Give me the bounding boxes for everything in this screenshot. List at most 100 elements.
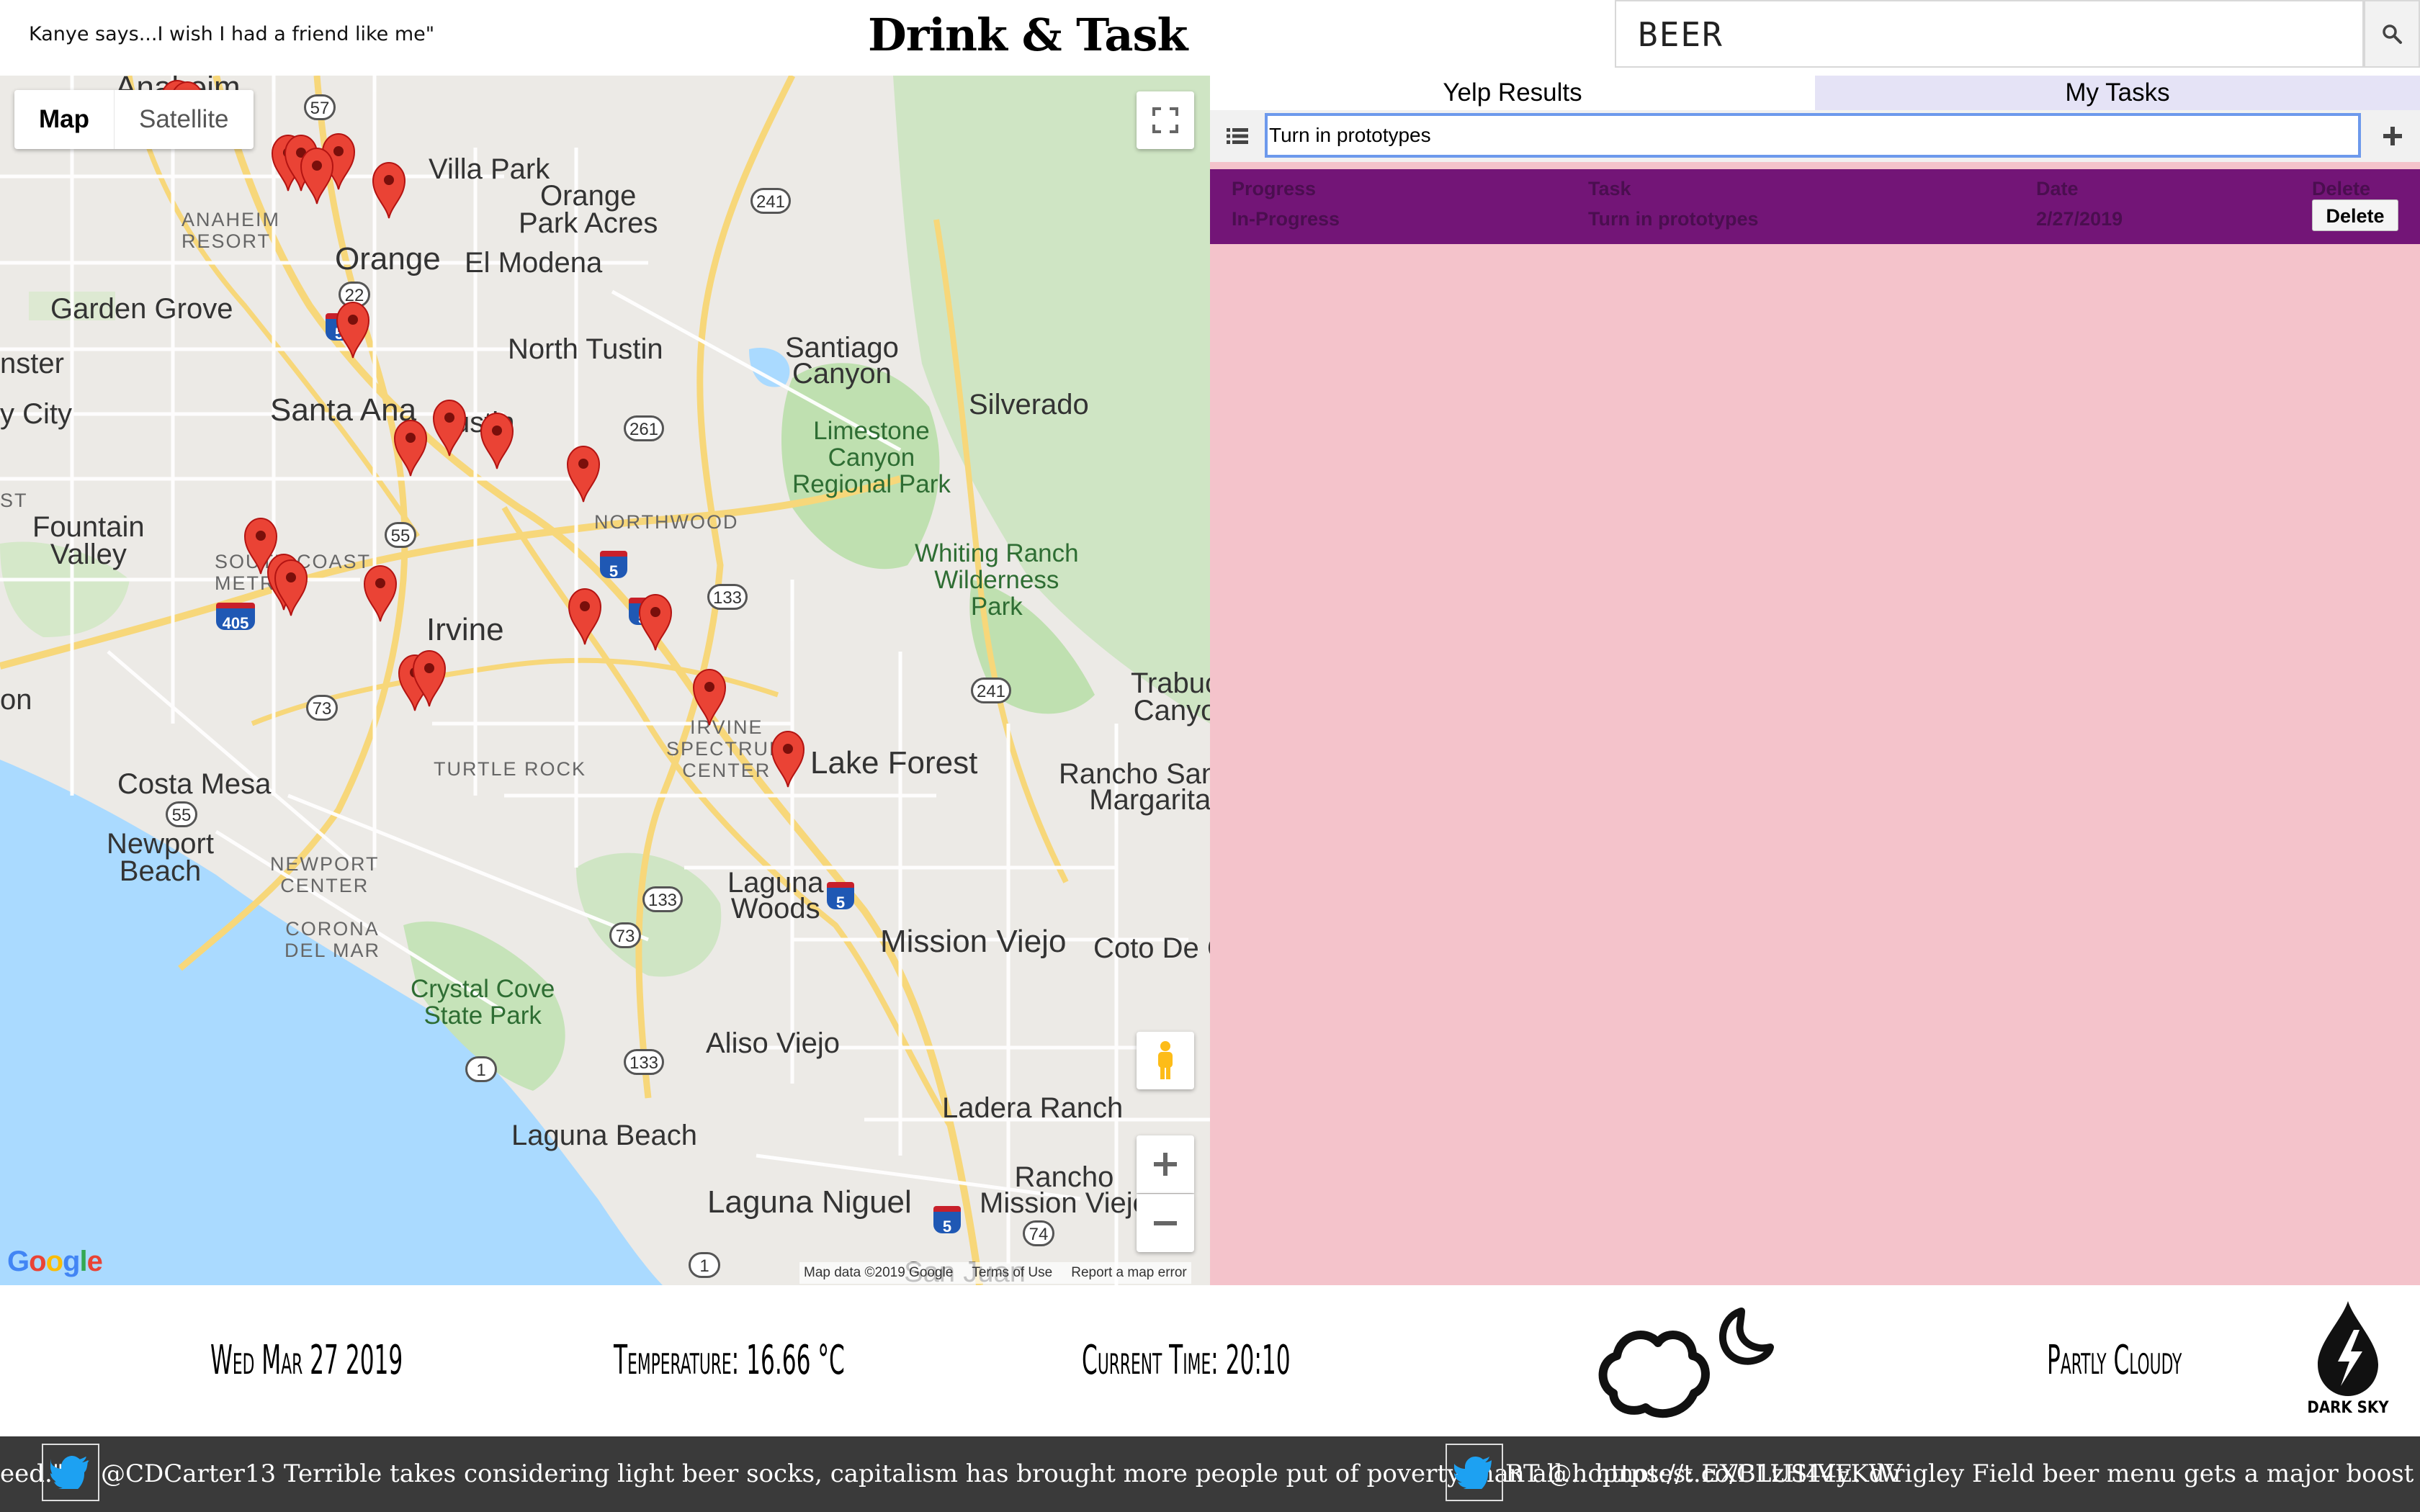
map-label-orange-park-acres: Orange Park Acres (519, 180, 658, 239)
route-shield-55: 55 (385, 522, 416, 548)
map-data-attribution: Map data ©2019 Google (804, 1265, 954, 1280)
panel-tabs: Yelp Results My Tasks (1210, 76, 2420, 110)
map-marker-pin[interactable] (769, 729, 807, 788)
delete-task-button[interactable]: Delete (2312, 199, 2398, 231)
map-label-anaheim-resort: ANAHEIM RESORT (182, 209, 281, 252)
route-shield-1: 1 (465, 1056, 497, 1082)
zoom-in-button[interactable] (1137, 1135, 1194, 1193)
weather-current-time: Current Time: 20:10 (1082, 1337, 1291, 1384)
weather-date: Wed Mar 27 2019 (210, 1337, 403, 1384)
map-label-aliso-viejo: Aliso Viejo (706, 1027, 841, 1059)
map-marker-pin[interactable] (566, 587, 604, 646)
interstate-shield-5: 5 (827, 882, 854, 912)
map-label-north-tustin: North Tustin (508, 333, 663, 365)
map-label-villa-park: Villa Park (429, 153, 550, 185)
map-label-silverado: Silverado (969, 389, 1089, 420)
route-shield-73: 73 (609, 922, 641, 948)
map-marker-pin[interactable] (362, 564, 399, 623)
zoom-out-button[interactable] (1137, 1194, 1194, 1252)
map-label-newport-center: NEWPORT CENTER (270, 853, 380, 896)
search-button[interactable] (2364, 0, 2420, 68)
add-task-button[interactable] (2365, 110, 2420, 162)
report-map-error-link[interactable]: Report a map error (1071, 1265, 1187, 1281)
map-label-trabuco-canyon: Trabuco Canyon (1131, 667, 1210, 726)
map-label-laguna-woods: Laguna Woods (727, 867, 824, 924)
map-label-newport-beach: Newport Beach (107, 828, 214, 887)
google-logo: Google (7, 1246, 103, 1277)
route-shield-74: 74 (1023, 1220, 1054, 1246)
map-marker-pin[interactable] (298, 146, 336, 205)
search-icon (2383, 24, 2402, 44)
kanye-quote: Kanye says...I wish I had a friend like … (29, 23, 435, 45)
map-footer: Map data ©2019 Google Terms of Use Repor… (799, 1262, 1191, 1284)
map-type-map-button[interactable]: Map (14, 90, 114, 149)
map-type-control: Map Satellite (14, 90, 254, 149)
map-label-crystal-cove: Crystal Cove State Park (411, 975, 555, 1030)
map-marker-pin[interactable] (637, 593, 674, 652)
map-label-whiting-ranch: Whiting Ranch Wilderness Park (915, 539, 1079, 621)
minus-icon (1154, 1221, 1177, 1225)
map-label-costa-mesa: Costa Mesa (117, 768, 272, 800)
map-label-irvine: Irvine (426, 612, 504, 647)
dark-sky-logo: DARK SKY (2305, 1298, 2391, 1424)
tab-my-tasks[interactable]: My Tasks (1815, 76, 2420, 110)
map-marker-pin[interactable] (272, 558, 310, 617)
map-label-mission-viejo: Mission Viejo (880, 924, 1067, 959)
app-title: Drink & Task (868, 9, 1188, 61)
interstate-shield-5: 5 (933, 1206, 961, 1236)
map-label-turtle-rock: TURTLE ROCK (434, 758, 587, 780)
map-label-coto-de-caza: Coto De Ca (1093, 932, 1210, 964)
route-shield-1: 1 (689, 1252, 720, 1278)
map-marker-pin[interactable] (411, 649, 448, 708)
map-label-garden-grove: Garden Grove (50, 293, 233, 325)
map-label-el-modena: El Modena (465, 247, 603, 279)
map-marker-pin[interactable] (478, 411, 516, 470)
twitter-bird-icon (1446, 1444, 1503, 1501)
partly-cloudy-night-icon (1598, 1308, 1774, 1418)
weather-bar: Wed Mar 27 2019 Temperature: 16.66 °C Cu… (0, 1285, 2420, 1436)
map-marker-pin[interactable] (334, 300, 372, 359)
map-marker-pin[interactable] (691, 667, 728, 726)
map-marker-pin[interactable] (565, 444, 602, 503)
map-label-santiago-canyon: Santiago Canyon (785, 332, 899, 390)
plus-icon (1154, 1153, 1177, 1176)
route-shield-133: 133 (642, 886, 683, 912)
map-marker-pin[interactable] (370, 161, 408, 220)
route-shield-241: 241 (750, 188, 791, 214)
map-marker-pin[interactable] (392, 418, 429, 477)
map-label-rancho-santa-margarita: Rancho Santa Margarita (1059, 758, 1210, 816)
fullscreen-button[interactable] (1137, 91, 1194, 149)
column-header-date: Date (2036, 178, 2079, 199)
map-label-on: on (0, 684, 32, 716)
tweet-text: RT @hopnotes: EXCLUSIVE: Wrigley Field b… (1505, 1459, 2420, 1488)
map-marker-pin[interactable] (431, 398, 468, 457)
map-type-satellite-button[interactable]: Satellite (114, 90, 254, 149)
task-row-progress: In-Progress (1232, 208, 1340, 230)
column-header-task: Task (1588, 178, 1631, 199)
weather-temperature: Temperature: 16.66 °C (614, 1337, 845, 1384)
map-label-lake-forest: Lake Forest (810, 745, 978, 780)
task-row-task: Turn in prototypes (1588, 208, 1759, 230)
map-label-fountain-valley: Fountain Valley (32, 511, 145, 570)
terms-of-use-link[interactable]: Terms of Use (972, 1265, 1052, 1281)
task-row-date: 2/27/2019 (2036, 208, 2123, 230)
twitter-ticker: eed." @CDCarter13 Terrible takes conside… (0, 1436, 2420, 1512)
task-input[interactable] (1265, 113, 2361, 158)
pegman-icon (1158, 1041, 1173, 1079)
tab-yelp-results[interactable]: Yelp Results (1210, 76, 1815, 110)
weather-summary: Partly Cloudy (2047, 1337, 2182, 1384)
task-list-button[interactable] (1210, 110, 1265, 162)
map-label-rancho-mission-viejo: Rancho Mission Viejo (980, 1161, 1149, 1219)
list-icon (1227, 128, 1248, 144)
map-view[interactable]: Anaheim ANAHEIM RESORT Villa Park Orange… (0, 76, 1210, 1285)
route-shield-261: 261 (624, 415, 664, 441)
street-view-button[interactable] (1137, 1032, 1194, 1089)
search-input[interactable] (1636, 10, 2345, 59)
map-label-orange: Orange (335, 241, 441, 276)
route-shield-55: 55 (166, 801, 197, 827)
route-shield-241: 241 (971, 678, 1011, 703)
task-table: Progress Task Date Delete In-Progress Tu… (1210, 169, 2420, 244)
header-bar: Kanye says...I wish I had a friend like … (0, 0, 2420, 76)
search-box[interactable] (1615, 0, 2364, 68)
column-header-progress: Progress (1232, 178, 1317, 199)
